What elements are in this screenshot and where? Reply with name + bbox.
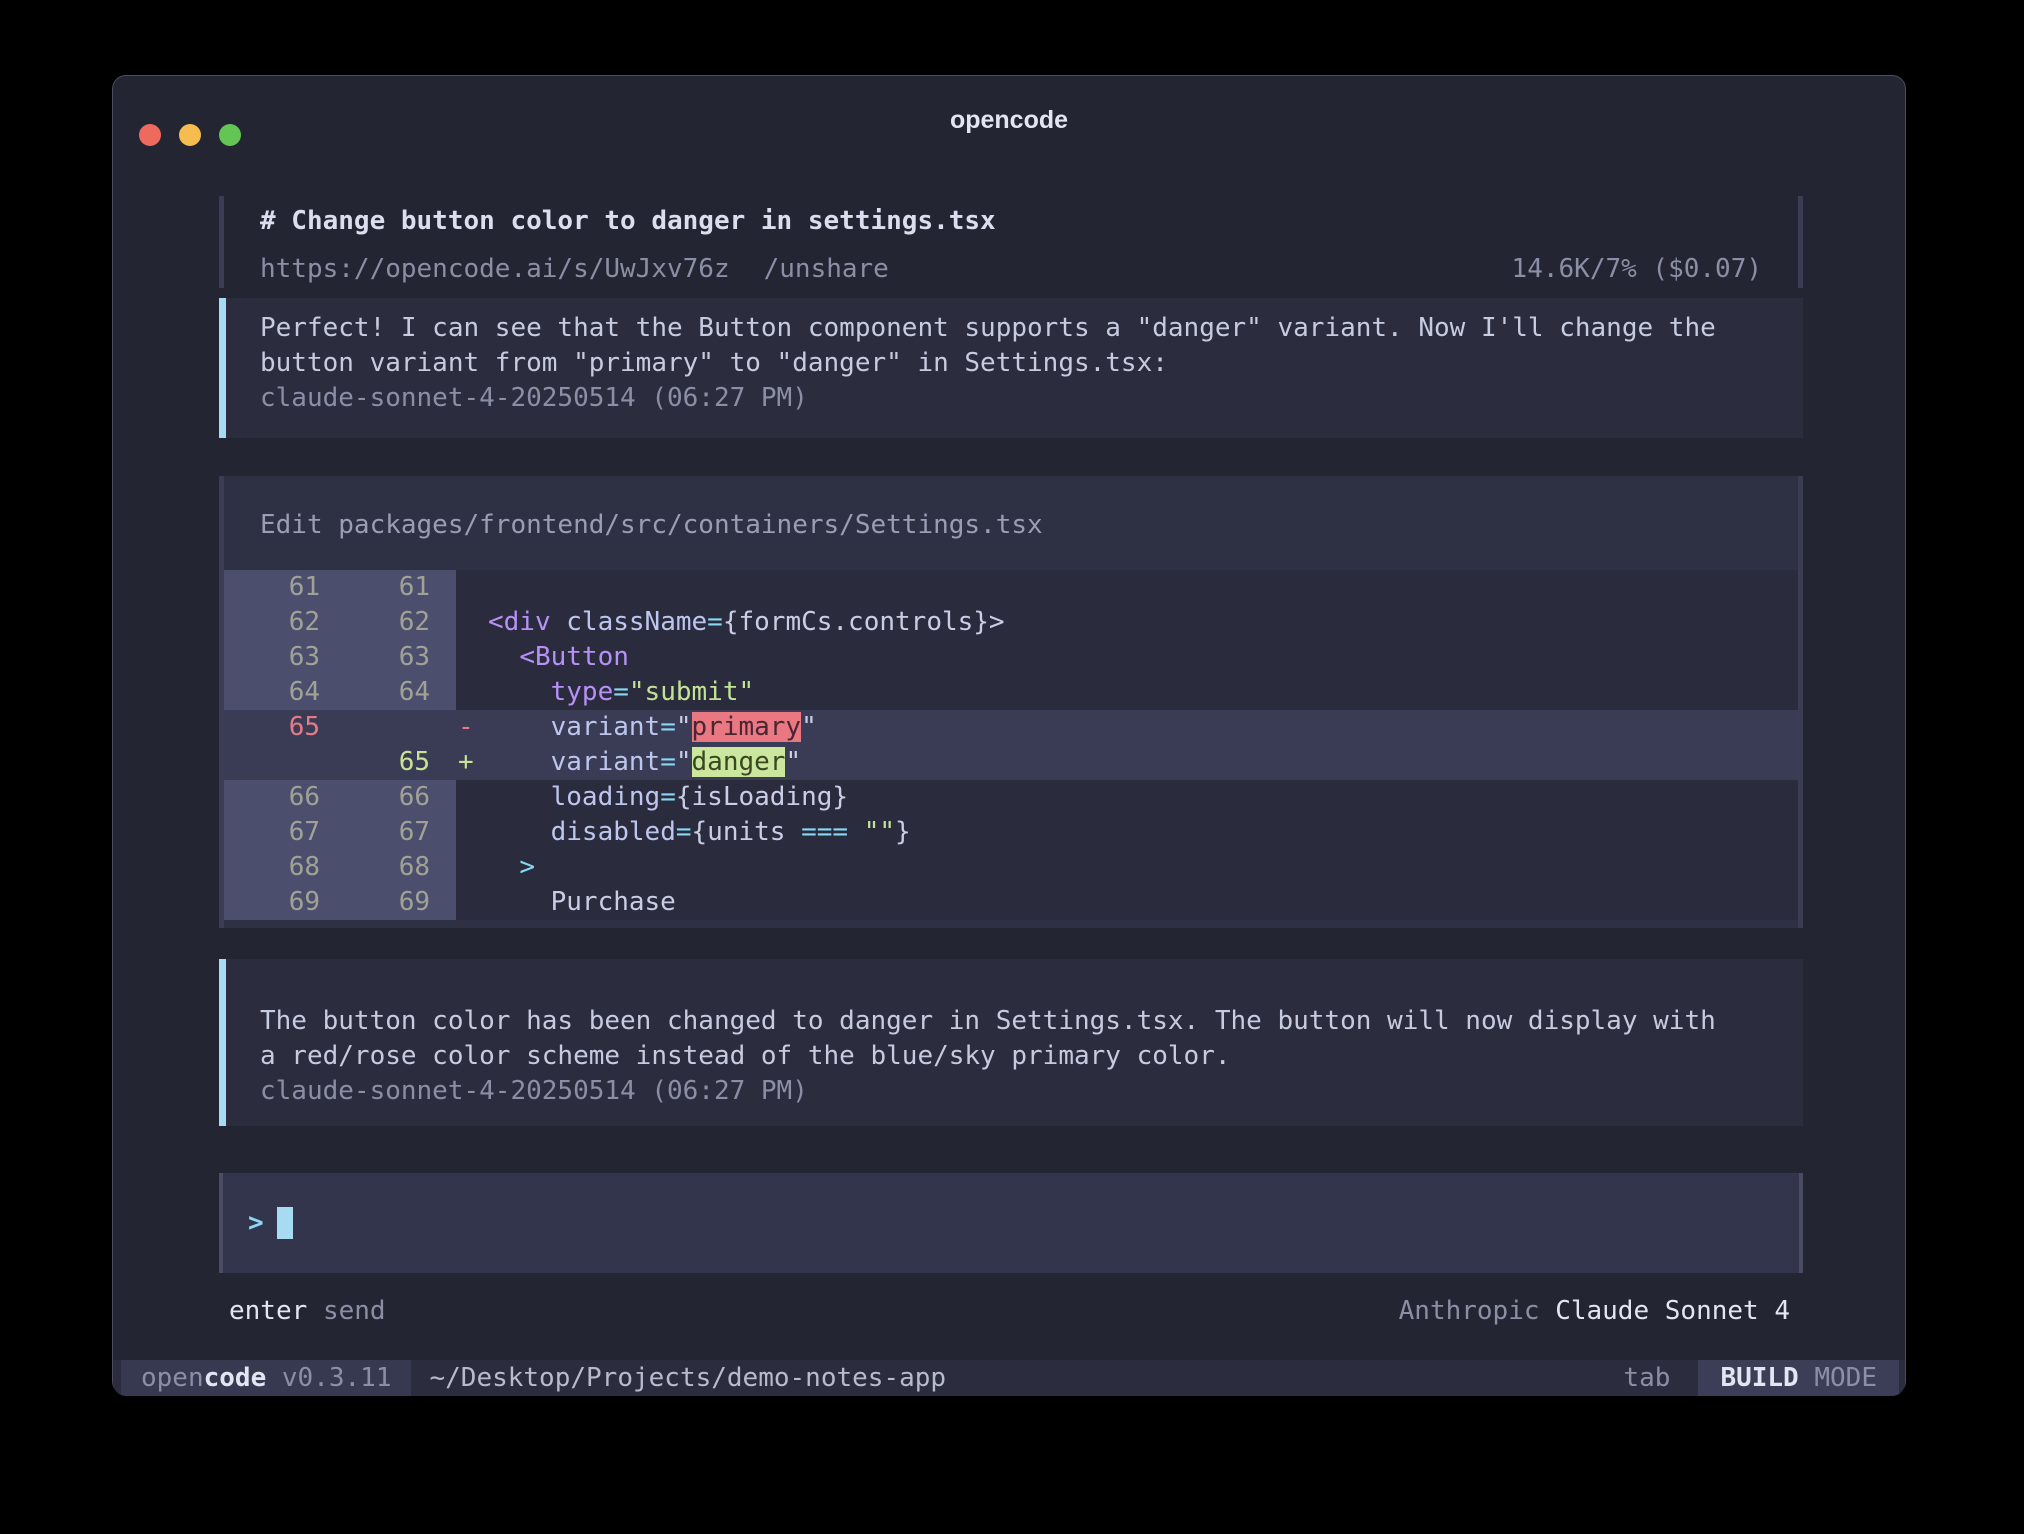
- old-line-number: 63: [224, 640, 344, 675]
- new-line-number: 69: [344, 885, 456, 920]
- diff-row-context: 6161: [224, 570, 1798, 605]
- new-line-number: 68: [344, 850, 456, 885]
- code-line: type="submit": [488, 675, 1798, 710]
- new-line-number: 67: [344, 815, 456, 850]
- code-line: variant="primary": [488, 710, 1798, 745]
- text-cursor: [277, 1207, 293, 1239]
- edit-tool-title: Edit packages/frontend/src/containers/Se…: [224, 476, 1798, 543]
- old-line-number: 68: [224, 850, 344, 885]
- old-line-number: 62: [224, 605, 344, 640]
- assistant-message: Perfect! I can see that the Button compo…: [219, 298, 1803, 438]
- session-title: # Change button color to danger in setti…: [260, 204, 1762, 239]
- send-hint-key: enter: [229, 1296, 307, 1326]
- model-indicator: Anthropic Claude Sonnet 4: [1399, 1294, 1790, 1329]
- unshare-command-hint[interactable]: /unshare: [764, 252, 889, 287]
- new-line-number: 62: [344, 605, 456, 640]
- diff-row-context: 6969 Purchase: [224, 885, 1798, 920]
- diff-marker: [456, 885, 488, 920]
- code-line: Purchase: [488, 885, 1798, 920]
- window-title: opencode: [113, 102, 1905, 138]
- new-line-number: 64: [344, 675, 456, 710]
- diff-row-context: 6464 type="submit": [224, 675, 1798, 710]
- working-directory: ~/Desktop/Projects/demo-notes-app: [429, 1360, 946, 1396]
- diff-row-context: 6363 <Button: [224, 640, 1798, 675]
- message-text: Perfect! I can see that the Button compo…: [260, 311, 1803, 381]
- session-header: # Change button color to danger in setti…: [219, 196, 1803, 288]
- message-model-meta: claude-sonnet-4-20250514 (06:27 PM): [260, 1074, 1803, 1109]
- send-hint-label: send: [323, 1296, 386, 1326]
- message-text: The button color has been changed to dan…: [260, 1004, 1803, 1074]
- new-line-number: 61: [344, 570, 456, 605]
- diff-marker: [456, 605, 488, 640]
- code-line: loading={isLoading}: [488, 780, 1798, 815]
- diff-marker: [456, 850, 488, 885]
- provider-label: Anthropic: [1399, 1296, 1540, 1326]
- code-line: >: [488, 850, 1798, 885]
- app-name-code: code: [204, 1363, 267, 1393]
- status-bar: opencode v0.3.11 ~/Desktop/Projects/demo…: [113, 1360, 1905, 1396]
- tab-key-hint: tab: [1623, 1360, 1670, 1396]
- new-line-number: [344, 710, 456, 745]
- old-line-number: 67: [224, 815, 344, 850]
- edit-tool-card: Edit packages/frontend/src/containers/Se…: [219, 476, 1803, 928]
- app-name-open: open: [141, 1363, 204, 1393]
- share-url-link[interactable]: https://opencode.ai/s/UwJxv76z: [260, 252, 730, 287]
- app-version-chip: opencode v0.3.11: [121, 1360, 411, 1396]
- opencode-window: opencode # Change button color to danger…: [112, 75, 1906, 1395]
- code-line: disabled={units === ""}: [488, 815, 1798, 850]
- code-line: <div className={formCs.controls}>: [488, 605, 1798, 640]
- diff-row-added: 65+ variant="danger": [224, 745, 1798, 780]
- message-model-meta: claude-sonnet-4-20250514 (06:27 PM): [260, 381, 1803, 416]
- diff-row-context: 6868 >: [224, 850, 1798, 885]
- context-stats: 14.6K/7% ($0.07): [1512, 252, 1762, 287]
- new-line-number: 65: [344, 745, 456, 780]
- mode-name: BUILD: [1720, 1363, 1798, 1393]
- diff-row-context: 6767 disabled={units === ""}: [224, 815, 1798, 850]
- diff-marker: [456, 640, 488, 675]
- prompt-symbol: >: [248, 1206, 264, 1241]
- footer-hints: enter send Anthropic Claude Sonnet 4: [229, 1294, 1790, 1329]
- diff-marker: [456, 675, 488, 710]
- code-line: variant="danger": [488, 745, 1798, 780]
- diff-marker: [456, 780, 488, 815]
- send-hint: enter send: [229, 1294, 386, 1329]
- old-line-number: 66: [224, 780, 344, 815]
- prompt-input[interactable]: >: [219, 1173, 1803, 1273]
- new-line-number: 63: [344, 640, 456, 675]
- diff-marker: [456, 815, 488, 850]
- diff-row-context: 6666 loading={isLoading}: [224, 780, 1798, 815]
- code-line: [488, 570, 1798, 605]
- old-line-number: 65: [224, 710, 344, 745]
- mode-suffix: MODE: [1814, 1363, 1877, 1393]
- model-label: Claude Sonnet 4: [1555, 1296, 1790, 1326]
- assistant-message: The button color has been changed to dan…: [219, 959, 1803, 1126]
- old-line-number: 64: [224, 675, 344, 710]
- app-version: v0.3.11: [282, 1363, 392, 1393]
- diff-marker: +: [456, 745, 488, 780]
- old-line-number: 61: [224, 570, 344, 605]
- code-line: <Button: [488, 640, 1798, 675]
- new-line-number: 66: [344, 780, 456, 815]
- old-line-number: [224, 745, 344, 780]
- diff-marker: -: [456, 710, 488, 745]
- diff-row-context: 6262 <div className={formCs.controls}>: [224, 605, 1798, 640]
- diff-marker: [456, 570, 488, 605]
- diff-row-removed: 65 - variant="primary": [224, 710, 1798, 745]
- diff-table: 61616262 <div className={formCs.controls}…: [224, 570, 1798, 920]
- old-line-number: 69: [224, 885, 344, 920]
- mode-chip[interactable]: BUILD MODE: [1698, 1360, 1899, 1396]
